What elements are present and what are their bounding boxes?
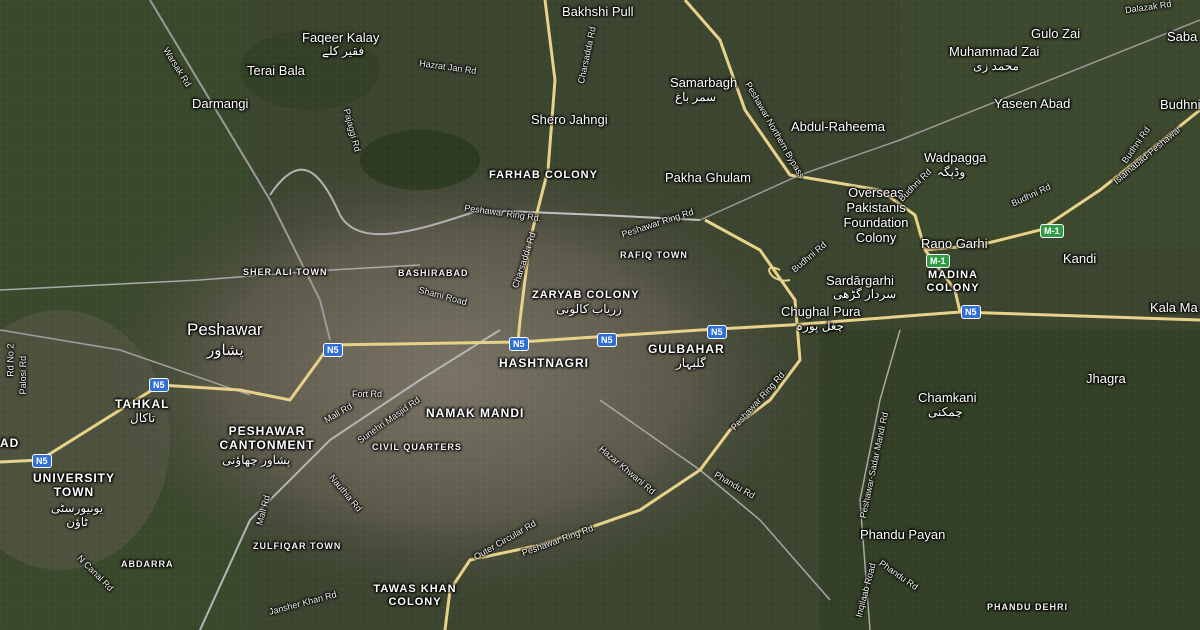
place-darmangi: Darmangi <box>192 96 249 111</box>
road-fort-rd: Fort Rd <box>352 389 383 399</box>
highway-shield-n5: N5 <box>707 325 727 339</box>
place-gulo-zai: Gulo Zai <box>1031 26 1081 41</box>
place-terai-bala: Terai Bala <box>247 63 305 78</box>
place-namak-mandi: NAMAK MANDI <box>426 406 525 420</box>
highway-shield-n5: N5 <box>32 454 52 468</box>
road-palosi-rd: Palosi Rd <box>18 355 29 395</box>
place-sher-ali-town: SHER ALI TOWN <box>243 267 328 277</box>
highway-shield-n5: N5 <box>961 305 981 319</box>
place-muhammad-zai: Muhammad Zai <box>949 44 1040 59</box>
place-shero-jahngi: Shero Jahngi <box>531 112 608 127</box>
place-hashtnagri: HASHTNAGRI <box>499 356 589 370</box>
place-chughal-pura-urdu: چغل پورہ <box>796 319 844 333</box>
place-gulbahar-urdu: گلبہار <box>676 356 706 370</box>
satellite-map[interactable]: Bakhshi Pull Faqeer Kalay فقیر کلے Terai… <box>0 0 1200 630</box>
place-abdarra: ABDARRA <box>121 559 174 569</box>
place-university-town: UNIVERSITY TOWN <box>32 471 115 499</box>
place-ad: AD <box>0 436 20 450</box>
place-abdul-raheema: Abdul-Raheema <box>791 119 885 134</box>
highway-shield-m1: M-1 <box>926 254 950 268</box>
highway-shield-n5: N5 <box>509 337 529 351</box>
highway-shield-m1: M-1 <box>1040 224 1064 238</box>
place-bashirabad: BASHIRABAD <box>398 268 469 278</box>
place-pakha-ghulam: Pakha Ghulam <box>665 170 751 185</box>
highway-shield-n5: N5 <box>149 378 169 392</box>
place-faqeer-kalay-urdu: فقیر کلے <box>322 44 365 58</box>
place-peshawar: Peshawar <box>187 320 263 339</box>
place-rafiq-town: RAFIQ TOWN <box>620 250 688 260</box>
highway-shield-n5: N5 <box>597 333 617 347</box>
place-kandi: Kandi <box>1063 251 1097 266</box>
place-madina-colony: MADINA COLONY <box>926 269 980 294</box>
place-budhni: Budhni <box>1160 97 1200 112</box>
place-peshawar-cantonment-urdu: پشاور چھاؤنی <box>222 453 291 467</box>
highway-shield-n5: N5 <box>323 343 343 357</box>
place-bakhshi-pull: Bakhshi Pull <box>562 4 634 19</box>
place-sardargarhi-urdu: سردار گڑھی <box>833 287 897 301</box>
place-chamkani: Chamkani <box>918 390 977 405</box>
place-wadpagga-urdu: وڈپگہ <box>937 165 966 179</box>
place-samarbagh: Samarbagh <box>670 75 738 90</box>
place-saba: Saba <box>1167 29 1198 44</box>
place-university-town-urdu: یونیورسٹی ٹاؤن <box>50 501 104 529</box>
place-phandu-dehri: PHANDU DEHRI <box>987 602 1069 612</box>
place-gulbahar: GULBAHAR <box>648 342 725 356</box>
place-civil-quarters: CIVIL QUARTERS <box>372 442 462 452</box>
road-rd-no-2: Rd No 2 <box>5 343 16 377</box>
place-jhagra: Jhagra <box>1086 371 1126 386</box>
place-farhab-colony: FARHAB COLONY <box>489 169 598 181</box>
place-chamkani-urdu: چمکنی <box>928 405 963 419</box>
place-tahkal: TAHKAL <box>115 397 170 411</box>
place-samarbagh-urdu: سمر باغ <box>675 90 717 104</box>
place-chughal-pura: Chughal Pura <box>781 304 861 319</box>
place-peshawar-cantonment: PESHAWAR CANTONMENT <box>219 424 315 452</box>
place-yaseen-abad: Yaseen Abad <box>994 96 1071 111</box>
place-rano-garhi: Rano Garhi <box>921 236 988 251</box>
place-zaryab-colony: ZARYAB COLONY <box>532 289 640 301</box>
place-zaryab-colony-urdu: زریاب کالونی <box>556 302 622 316</box>
place-muhammad-zai-urdu: محمد زی <box>973 59 1019 73</box>
place-kala-mandi: Kala Ma <box>1150 300 1198 315</box>
place-tahkal-urdu: تاکال <box>130 411 156 425</box>
place-peshawar-urdu: پشاور <box>207 342 244 359</box>
place-zulfiqar-town: ZULFIQAR TOWN <box>253 541 342 551</box>
place-phandu-payan: Phandu Payan <box>860 527 946 542</box>
place-tawas-khan-colony: TAWAS KHAN COLONY <box>373 583 457 608</box>
place-wadpagga: Wadpagga <box>924 150 987 165</box>
